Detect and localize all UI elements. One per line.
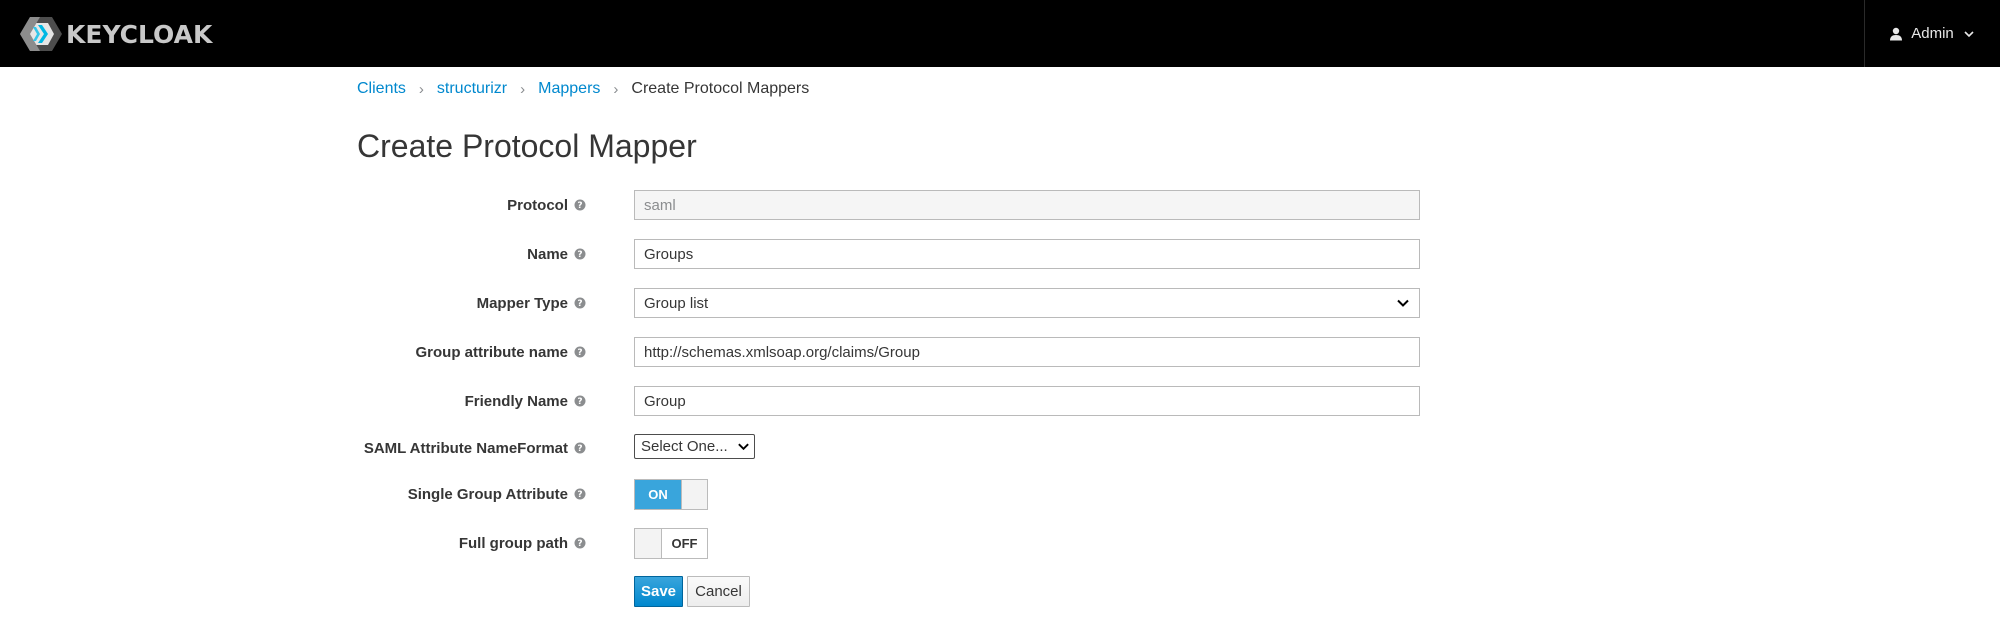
group-attribute-name-input[interactable]: http://schemas.xmlsoap.org/claims/Group — [634, 337, 1420, 367]
help-icon[interactable]: ? — [574, 395, 586, 407]
keycloak-logo[interactable]: KEYCLOAK — [20, 14, 212, 54]
help-icon[interactable]: ? — [574, 297, 586, 309]
chevron-down-icon — [1397, 299, 1409, 307]
breadcrumb-separator: › — [418, 80, 424, 98]
user-menu[interactable]: Admin — [1864, 0, 2000, 67]
help-icon[interactable]: ? — [574, 346, 586, 358]
help-icon[interactable]: ? — [574, 442, 586, 454]
form-row-saml-nameformat: SAML Attribute NameFormat ? Select One..… — [0, 431, 2000, 465]
breadcrumb-separator: › — [613, 80, 619, 98]
breadcrumb-client[interactable]: structurizr — [437, 80, 507, 98]
svg-text:?: ? — [577, 348, 582, 358]
breadcrumb-mappers[interactable]: Mappers — [538, 80, 600, 98]
help-icon[interactable]: ? — [574, 199, 586, 211]
page-title: Create Protocol Mapper — [357, 128, 697, 164]
form-row-friendly-name: Friendly Name ? Group — [0, 384, 2000, 418]
keycloak-logo-icon — [20, 17, 62, 51]
name-input[interactable]: Groups — [634, 239, 1420, 269]
svg-text:?: ? — [577, 397, 582, 407]
form-row-name: Name ? Groups — [0, 237, 2000, 271]
protocol-field: saml — [634, 190, 1420, 220]
form-row-full-group-path: Full group path ? OFF — [0, 526, 2000, 560]
user-name: Admin — [1911, 25, 1954, 42]
toggle-on-state: ON — [635, 480, 681, 509]
form-row-mapper-type: Mapper Type ? Group list — [0, 286, 2000, 320]
form-row-group-attribute-name: Group attribute name ? http://schemas.xm… — [0, 335, 2000, 369]
cancel-button[interactable]: Cancel — [687, 576, 750, 607]
toggle-knob — [635, 529, 662, 558]
saml-nameformat-select[interactable]: Select One... — [634, 434, 755, 459]
brand-name: KEYCLOAK — [66, 19, 213, 49]
svg-text:?: ? — [577, 490, 582, 500]
help-icon[interactable]: ? — [574, 488, 586, 500]
breadcrumb-separator: › — [520, 80, 526, 98]
form-row-single-group-attribute: Single Group Attribute ? ON — [0, 477, 2000, 511]
saml-nameformat-label: SAML Attribute NameFormat ? — [364, 431, 586, 465]
save-button[interactable]: Save — [634, 576, 683, 607]
toggle-knob — [681, 480, 707, 509]
top-navbar: KEYCLOAK Admin — [0, 0, 2000, 67]
svg-text:?: ? — [577, 250, 582, 260]
svg-text:?: ? — [577, 201, 582, 211]
mapper-type-label: Mapper Type ? — [477, 286, 586, 320]
friendly-name-input[interactable]: Group — [634, 386, 1420, 416]
name-label: Name ? — [527, 237, 586, 271]
full-group-path-toggle[interactable]: OFF — [634, 528, 708, 559]
help-icon[interactable]: ? — [574, 537, 586, 549]
svg-text:?: ? — [577, 444, 582, 454]
chevron-down-icon — [1964, 30, 1974, 37]
friendly-name-label: Friendly Name ? — [465, 384, 586, 418]
breadcrumb: Clients › structurizr › Mappers › Create… — [357, 78, 809, 100]
breadcrumb-current: Create Protocol Mappers — [631, 80, 810, 97]
user-icon — [1890, 27, 1903, 40]
chevron-down-icon — [738, 443, 749, 451]
form-row-protocol: Protocol ? saml — [0, 188, 2000, 222]
mapper-type-select[interactable]: Group list — [634, 288, 1420, 318]
single-group-attribute-label: Single Group Attribute ? — [408, 477, 586, 511]
group-attribute-name-label: Group attribute name ? — [415, 335, 586, 369]
breadcrumb-clients[interactable]: Clients — [357, 80, 406, 98]
svg-text:?: ? — [577, 539, 582, 549]
svg-text:?: ? — [577, 299, 582, 309]
help-icon[interactable]: ? — [574, 248, 586, 260]
protocol-label: Protocol ? — [507, 188, 586, 222]
toggle-off-state: OFF — [671, 536, 698, 551]
single-group-attribute-toggle[interactable]: ON — [634, 479, 708, 510]
full-group-path-label: Full group path ? — [459, 526, 586, 560]
